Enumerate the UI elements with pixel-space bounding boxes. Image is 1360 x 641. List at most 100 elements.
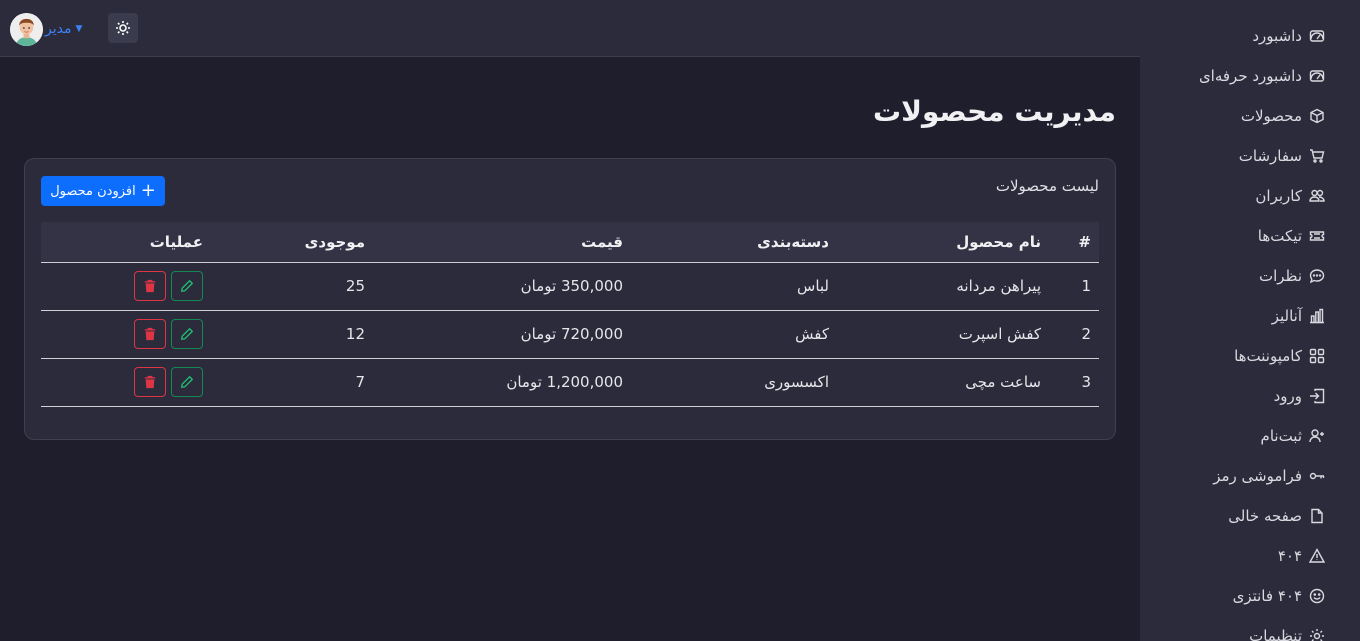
cart-icon — [1308, 147, 1326, 165]
trash-icon — [144, 327, 156, 341]
gear-icon — [1308, 627, 1326, 641]
file-icon — [1308, 507, 1326, 525]
sidebar-item-404-fancy[interactable]: ۴۰۴ فانتزی — [1140, 576, 1360, 616]
table-header-row: # نام محصول دسته‌بندی قیمت موجودی عملیات — [41, 222, 1099, 263]
pencil-icon — [180, 279, 194, 293]
sidebar-item-label: تیکت‌ها — [1257, 227, 1302, 245]
edit-button[interactable] — [171, 271, 203, 301]
column-header-stock: موجودی — [203, 222, 365, 263]
cell-category: لباس — [797, 277, 829, 295]
delete-button[interactable] — [134, 367, 166, 397]
sidebar-item-settings[interactable]: تنظیمات — [1140, 616, 1360, 641]
sidebar-item-dashboard[interactable]: داشبورد — [1140, 16, 1360, 56]
cell-number: 1 — [1081, 277, 1091, 295]
column-header-price: قیمت — [365, 222, 623, 263]
sidebar-item-label: فراموشی رمز — [1213, 467, 1302, 485]
sidebar-item-forgot-password[interactable]: فراموشی رمز — [1140, 456, 1360, 496]
topbar: مدیر ▼ — [0, 0, 1140, 57]
column-header-number: # — [1041, 222, 1099, 263]
speedometer-icon — [1308, 27, 1326, 45]
speedometer-icon — [1308, 67, 1326, 85]
products-card: لیست محصولات + افزودن محصول # نام محصول … — [24, 158, 1116, 440]
sidebar-item-pro-dashboard[interactable]: داشبورد حرفه‌ای — [1140, 56, 1360, 96]
sidebar-item-orders[interactable]: سفارشات — [1140, 136, 1360, 176]
cell-category: کفش — [795, 325, 829, 343]
user-menu[interactable]: مدیر ▼ — [10, 12, 82, 46]
add-product-button[interactable]: + افزودن محصول — [41, 176, 165, 206]
cell-price: 720,000 تومان — [520, 325, 623, 343]
cell-stock: 12 — [345, 325, 365, 343]
sidebar-item-components[interactable]: کامپوننت‌ها — [1140, 336, 1360, 376]
cell-actions — [41, 358, 203, 406]
sidebar-item-label: ورود — [1273, 387, 1302, 405]
cell-number: 3 — [1081, 373, 1091, 391]
sidebar-item-label: کامپوننت‌ها — [1234, 347, 1302, 365]
bar-chart-icon — [1308, 307, 1326, 325]
products-table: # نام محصول دسته‌بندی قیمت موجودی عملیات… — [41, 222, 1099, 407]
sidebar-item-tickets[interactable]: تیکت‌ها — [1140, 216, 1360, 256]
sidebar-item-comments[interactable]: نظرات — [1140, 256, 1360, 296]
pencil-icon — [180, 375, 194, 389]
smile-icon — [1308, 587, 1326, 605]
sidebar-item-label: کاربران — [1255, 187, 1302, 205]
trash-icon — [144, 279, 156, 293]
plus-icon: + — [140, 180, 156, 201]
chat-icon — [1308, 267, 1326, 285]
table-row: 2 کفش اسپرت کفش 720,000 تومان 12 — [41, 310, 1099, 358]
add-product-label: افزودن محصول — [50, 183, 136, 199]
page-title: مدیریت محصولات — [873, 95, 1116, 128]
edit-button[interactable] — [171, 367, 203, 397]
sidebar-item-products[interactable]: محصولات — [1140, 96, 1360, 136]
cell-name: کفش اسپرت — [958, 325, 1041, 343]
cell-stock: 7 — [355, 373, 365, 391]
sidebar-item-label: صفحه خالی — [1228, 507, 1302, 525]
column-header-actions: عملیات — [41, 222, 203, 263]
box-icon — [1308, 107, 1326, 125]
user-name: مدیر — [45, 21, 72, 37]
cell-price: 1,200,000 تومان — [506, 373, 623, 391]
sidebar: داشبورد داشبورد حرفه‌ای محصولات سفارشات … — [1140, 0, 1360, 641]
users-icon — [1308, 187, 1326, 205]
sidebar-item-label: سفارشات — [1238, 147, 1302, 165]
sun-icon — [116, 21, 130, 35]
sidebar-item-register[interactable]: ثبت‌نام — [1140, 416, 1360, 456]
sidebar-item-blank-page[interactable]: صفحه خالی — [1140, 496, 1360, 536]
column-header-name: نام محصول — [829, 222, 1041, 263]
user-plus-icon — [1308, 427, 1326, 445]
sidebar-item-login[interactable]: ورود — [1140, 376, 1360, 416]
main-content: مدیریت محصولات لیست محصولات + افزودن محص… — [0, 57, 1140, 641]
delete-button[interactable] — [134, 271, 166, 301]
theme-toggle-button[interactable] — [108, 13, 138, 43]
trash-icon — [144, 375, 156, 389]
edit-button[interactable] — [171, 319, 203, 349]
sidebar-item-label: محصولات — [1240, 107, 1302, 125]
cell-category: اکسسوری — [764, 373, 829, 391]
login-icon — [1308, 387, 1326, 405]
table-row: 1 پیراهن مردانه لباس 350,000 تومان 25 — [41, 262, 1099, 310]
warning-icon — [1308, 547, 1326, 565]
sidebar-item-label: داشبورد حرفه‌ای — [1198, 67, 1302, 85]
sidebar-item-label: ثبت‌نام — [1260, 427, 1302, 445]
cell-price: 350,000 تومان — [520, 277, 623, 295]
cell-stock: 25 — [345, 277, 365, 295]
sidebar-item-404[interactable]: ۴۰۴ — [1140, 536, 1360, 576]
cell-name: پیراهن مردانه — [956, 277, 1041, 295]
sidebar-item-users[interactable]: کاربران — [1140, 176, 1360, 216]
cell-actions — [41, 262, 203, 310]
grid-icon — [1308, 347, 1326, 365]
delete-button[interactable] — [134, 319, 166, 349]
cell-number: 2 — [1081, 325, 1091, 343]
cell-actions — [41, 310, 203, 358]
key-icon — [1308, 467, 1326, 485]
sidebar-item-label: نظرات — [1258, 267, 1302, 285]
cell-name: ساعت مچی — [965, 373, 1041, 391]
sidebar-item-analytics[interactable]: آنالیز — [1140, 296, 1360, 336]
avatar — [10, 12, 43, 46]
table-row: 3 ساعت مچی اکسسوری 1,200,000 تومان 7 — [41, 358, 1099, 406]
card-title: لیست محصولات — [995, 177, 1099, 195]
caret-down-icon: ▼ — [75, 24, 83, 34]
pencil-icon — [180, 327, 194, 341]
ticket-icon — [1308, 227, 1326, 245]
sidebar-item-label: تنظیمات — [1249, 627, 1302, 641]
sidebar-item-label: ۴۰۴ فانتزی — [1232, 587, 1302, 605]
